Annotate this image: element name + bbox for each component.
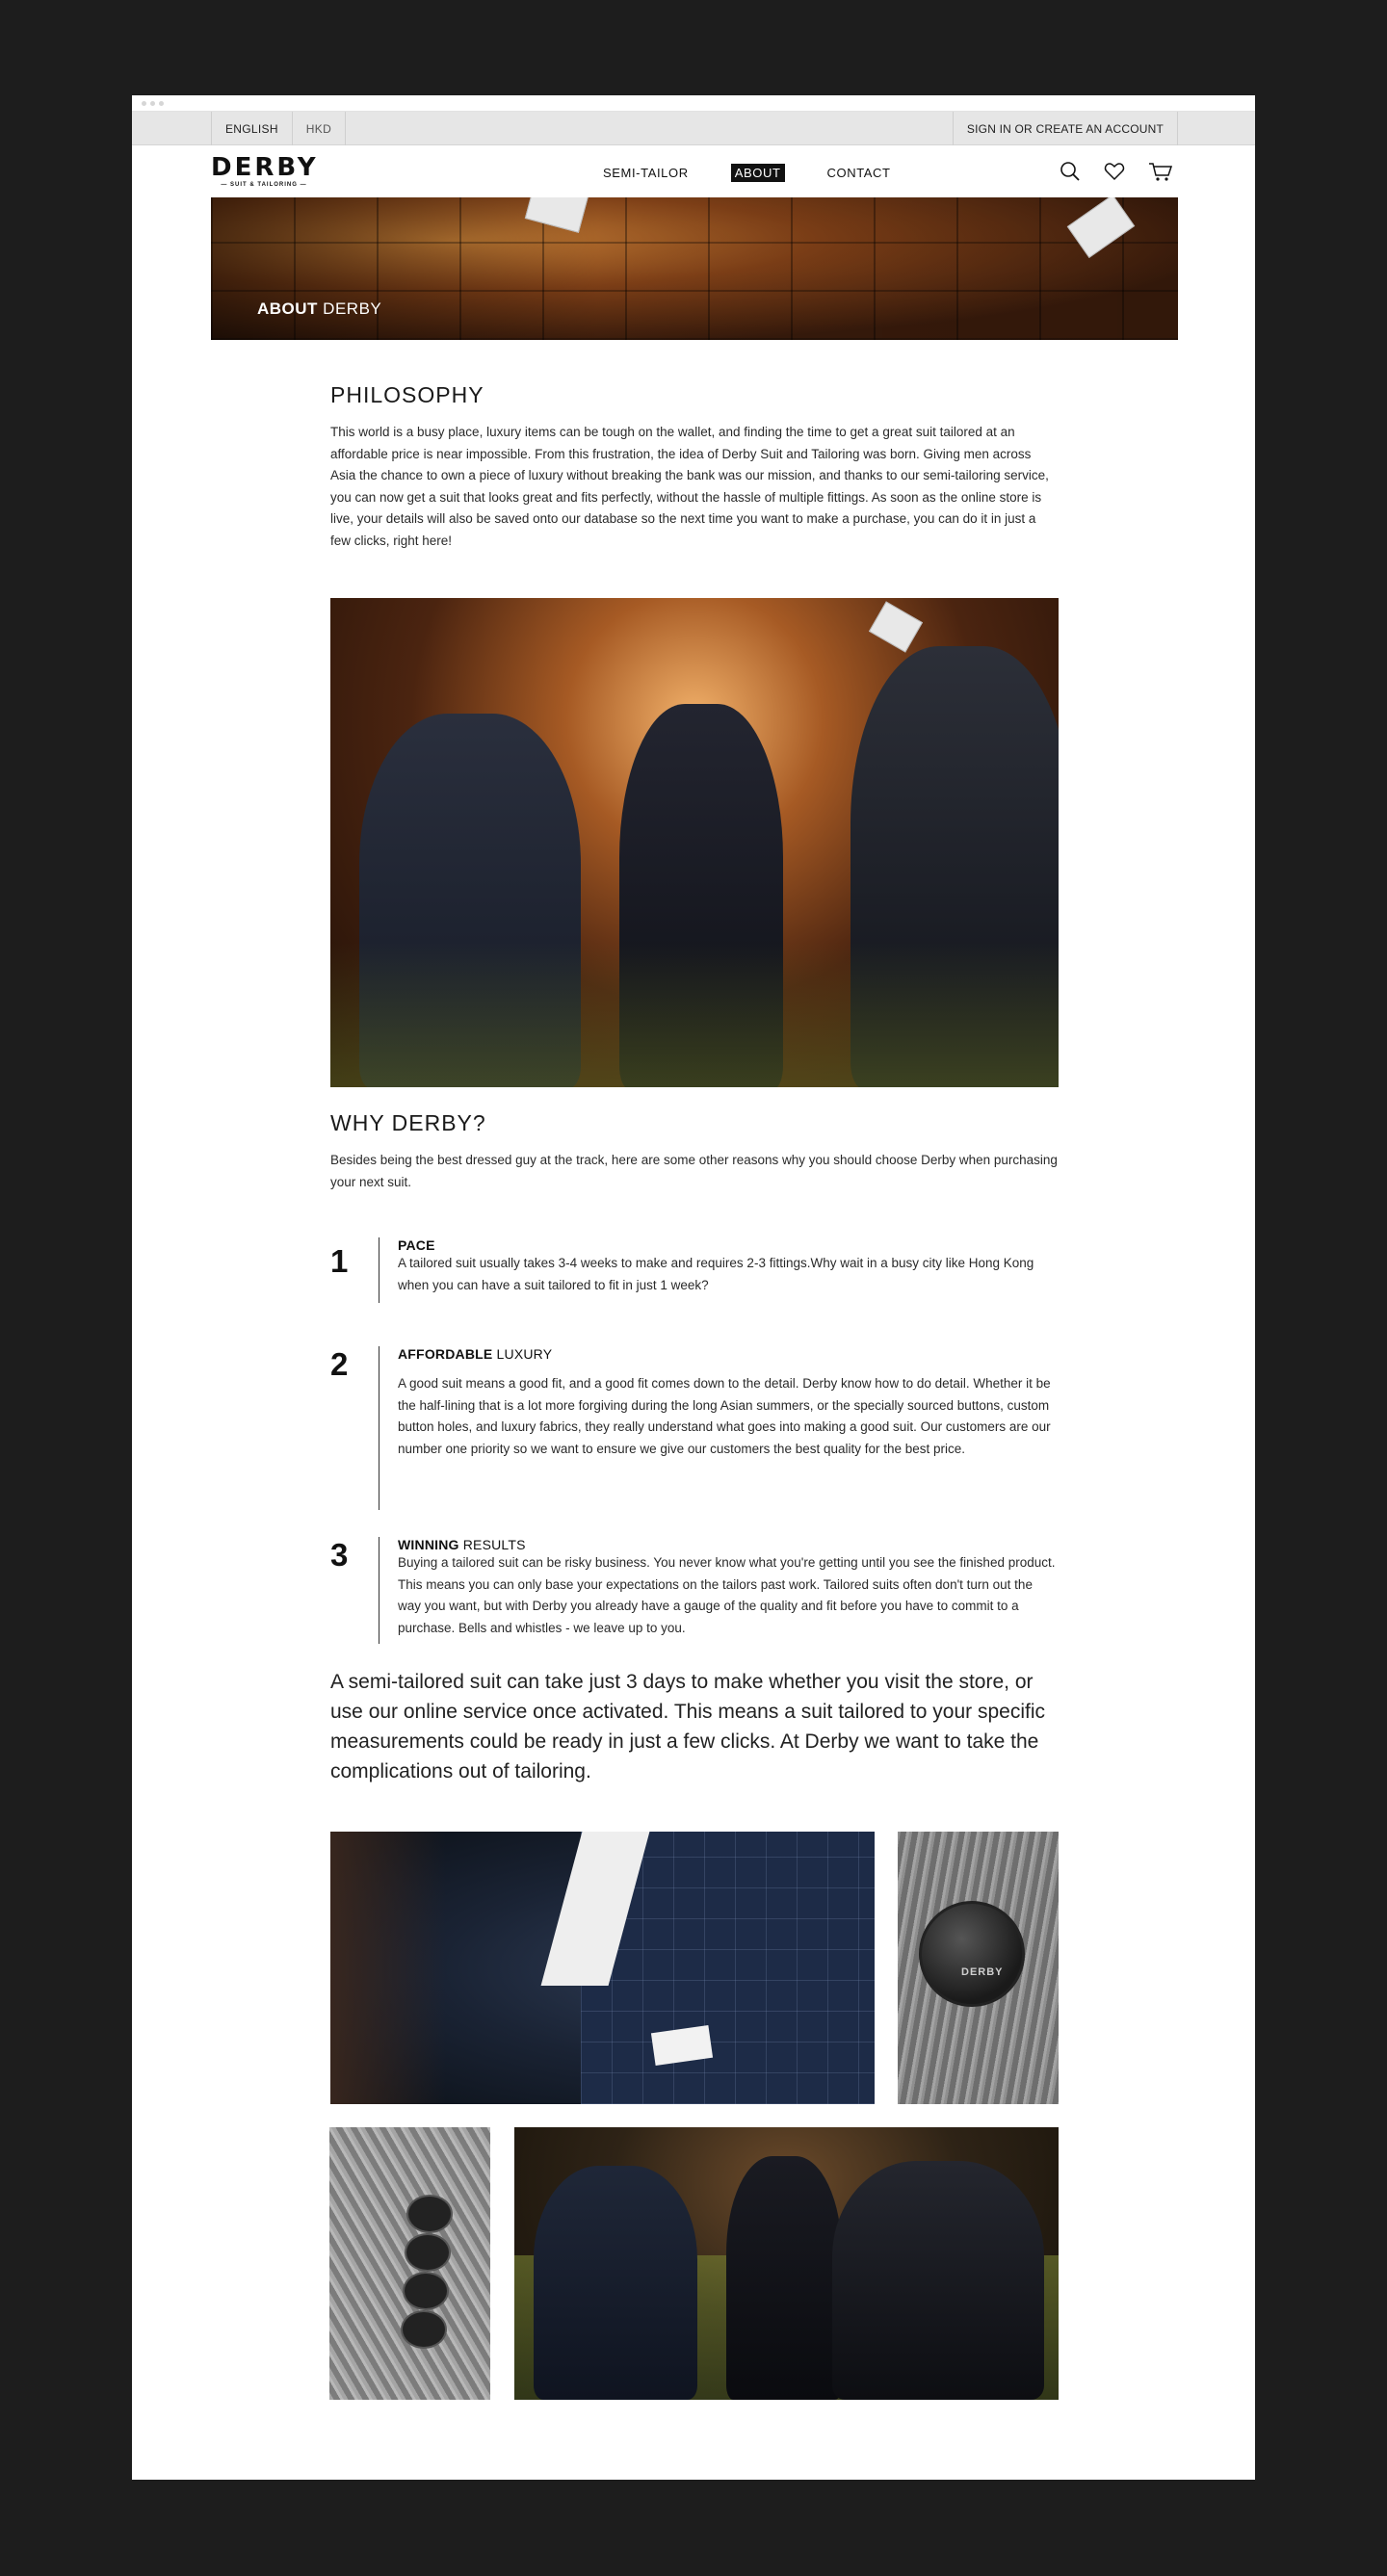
hero-title-rest: DERBY xyxy=(317,299,382,318)
man-left-figure xyxy=(534,2166,697,2400)
window-dot xyxy=(150,101,155,106)
playing-card-image xyxy=(868,601,924,653)
logo[interactable]: DERBY — SUIT & TAILORING — xyxy=(211,155,317,188)
nav-link-semi-tailor[interactable]: SEMI-TAILOR xyxy=(599,164,693,182)
reason-title-bold: PACE xyxy=(398,1237,435,1253)
sleeve-buttons-photo xyxy=(329,2127,490,2400)
reason-body: PACE A tailored suit usually takes 3-4 w… xyxy=(398,1237,1059,1296)
utility-bar: ENGLISH HKD SIGN IN OR CREATE AN ACCOUNT xyxy=(132,112,1255,145)
button-engraving: DERBY xyxy=(961,1966,1004,1978)
reason-title: AFFORDABLE LUXURY xyxy=(398,1346,1059,1362)
reason-title: PACE xyxy=(398,1237,1059,1253)
reason-number: 1 xyxy=(330,1243,349,1279)
woman-figure xyxy=(726,2156,842,2400)
reason-number: 3 xyxy=(330,1537,349,1573)
reason-title: WINNING RESULTS xyxy=(398,1537,1059,1552)
why-section: WHY DERBY? Besides being the best dresse… xyxy=(330,1110,1059,1193)
main-nav: DERBY — SUIT & TAILORING — SEMI-TAILOR A… xyxy=(132,145,1255,197)
browser-chrome xyxy=(132,95,1255,112)
wine-lapel-photo xyxy=(330,1832,875,2104)
locale-switcher: ENGLISH HKD xyxy=(211,112,347,145)
reason-title-bold: WINNING xyxy=(398,1537,459,1552)
philosophy-text: This world is a busy place, luxury items… xyxy=(330,425,1049,548)
heart-icon[interactable] xyxy=(1104,161,1125,182)
currency-selector[interactable]: HKD xyxy=(291,112,347,145)
group-sofa-photo xyxy=(514,2127,1059,2400)
why-heading: WHY DERBY? xyxy=(330,1110,486,1135)
nav-links: SEMI-TAILOR ABOUT CONTACT xyxy=(599,164,895,182)
reason-number: 2 xyxy=(330,1346,349,1382)
nav-link-contact[interactable]: CONTACT xyxy=(824,164,895,182)
sleeve-button xyxy=(403,2272,449,2310)
lead-paragraph: A semi-tailored suit can take just 3 day… xyxy=(330,1671,1045,1782)
sleeve-button xyxy=(405,2233,451,2272)
sofa-shade xyxy=(330,943,1059,1087)
wine-glass-shade xyxy=(330,1832,446,2104)
sign-in-link[interactable]: SIGN IN OR CREATE AN ACCOUNT xyxy=(952,112,1178,145)
search-icon[interactable] xyxy=(1060,161,1081,182)
man-right-figure xyxy=(832,2161,1044,2400)
logo-tagline: — SUIT & TAILORING — xyxy=(221,182,307,188)
philosophy-section: PHILOSOPHY This world is a busy place, l… xyxy=(330,382,1059,552)
window-dot xyxy=(142,101,146,106)
playing-card-image xyxy=(524,197,589,233)
window-dot xyxy=(159,101,164,106)
sleeve-button xyxy=(406,2195,453,2233)
reason-text: A tailored suit usually takes 3-4 weeks … xyxy=(398,1256,1034,1292)
button-closeup-photo: DERBY xyxy=(898,1832,1059,2104)
language-selector[interactable]: ENGLISH xyxy=(211,112,292,145)
reason-title-rest: LUXURY xyxy=(492,1346,553,1362)
nav-icons xyxy=(1060,161,1173,182)
hero-title-bold: ABOUT xyxy=(257,299,318,318)
sleeve-button xyxy=(401,2310,447,2349)
why-intro: Besides being the best dressed guy at th… xyxy=(330,1153,1058,1189)
cart-icon[interactable] xyxy=(1148,161,1173,182)
reason-title-bold: AFFORDABLE xyxy=(398,1346,493,1362)
philosophy-heading: PHILOSOPHY xyxy=(330,382,484,407)
reason-text: Buying a tailored suit can be risky busi… xyxy=(398,1555,1056,1635)
reason-text: A good suit means a good fit, and a good… xyxy=(398,1376,1051,1456)
reason-body: AFFORDABLE LUXURY A good suit means a go… xyxy=(398,1346,1059,1460)
logo-wordmark: DERBY xyxy=(211,153,319,182)
hero-title: ABOUT DERBY xyxy=(257,299,381,319)
nav-link-about[interactable]: ABOUT xyxy=(730,164,785,182)
derby-button xyxy=(919,1901,1025,2007)
playing-card-image xyxy=(1066,197,1136,259)
reason-body: WINNING RESULTS Buying a tailored suit c… xyxy=(398,1537,1059,1639)
hero-banner: ABOUT DERBY xyxy=(211,197,1178,340)
reason-title-rest: RESULTS xyxy=(458,1537,526,1552)
party-photo xyxy=(330,598,1059,1087)
